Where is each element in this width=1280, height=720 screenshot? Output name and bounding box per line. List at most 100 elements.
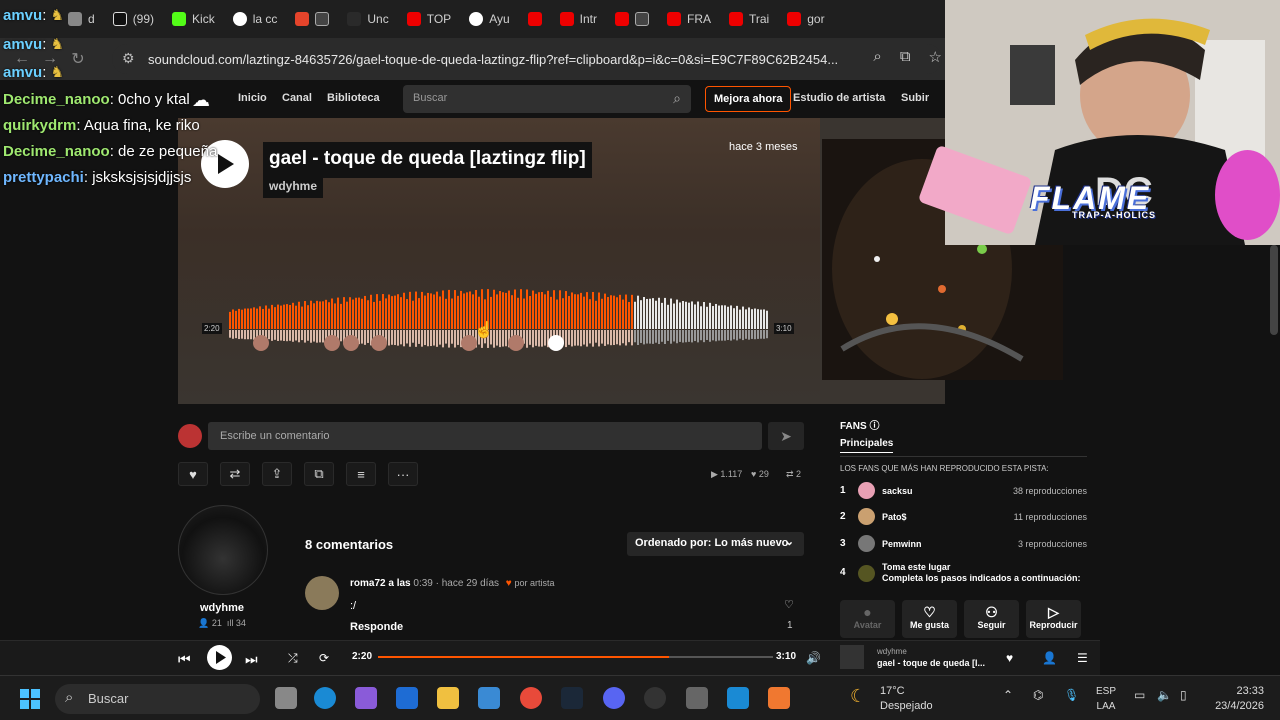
comment-like-icon[interactable]: ♡: [784, 598, 794, 611]
player-track-title[interactable]: gael - toque de queda [l...: [877, 658, 985, 668]
browser-tab[interactable]: TOP: [399, 4, 459, 34]
battery-icon[interactable]: ▯: [1180, 688, 1187, 702]
browser-tab[interactable]: Unc: [339, 4, 396, 34]
tray-chevron-up-icon[interactable]: ⌃: [1003, 688, 1013, 702]
network-icon[interactable]: ⌬: [1033, 688, 1043, 702]
browser-tab[interactable]: Ayu: [461, 4, 517, 34]
player-like-icon[interactable]: ♥: [1006, 651, 1013, 665]
followers-count[interactable]: 21: [212, 618, 222, 628]
shuffle-icon[interactable]: ⤮: [288, 651, 298, 666]
waveform-comment-avatar[interactable]: [548, 335, 564, 351]
install-icon[interactable]: ⧉: [900, 48, 911, 66]
artist-studio-link[interactable]: Estudio de artista: [793, 92, 885, 104]
tab-top-fans[interactable]: Principales: [840, 438, 894, 453]
fan-name[interactable]: sacksu: [882, 486, 913, 496]
queue-icon[interactable]: ☰: [1077, 651, 1088, 665]
waveform-comment-avatar[interactable]: [371, 335, 387, 351]
waveform-comment-avatar[interactable]: [508, 335, 524, 351]
nav-library[interactable]: Biblioteca: [327, 92, 380, 104]
scrollbar[interactable]: [1270, 245, 1278, 335]
weather-widget[interactable]: 17°C Despejado: [880, 684, 933, 714]
browser-tab[interactable]: (99): [105, 4, 162, 34]
chrome-icon[interactable]: [520, 687, 542, 709]
repost-button[interactable]: ⇄: [220, 462, 250, 486]
upgrade-button[interactable]: Mejora ahora: [705, 86, 792, 112]
search-input[interactable]: Buscar ⌕: [403, 85, 691, 113]
speaker-icon[interactable]: 🔈: [1157, 688, 1172, 702]
follow-step-button[interactable]: ⚇ Seguir: [964, 600, 1019, 638]
play-step-button[interactable]: ▷ Reproducir: [1026, 600, 1081, 638]
like-button[interactable]: ♥: [178, 462, 208, 486]
file-explorer-icon[interactable]: [437, 687, 459, 709]
outlook-icon[interactable]: [396, 687, 418, 709]
url-field[interactable]: ⚙ soundcloud.com/laztingz-84635726/gael-…: [112, 44, 942, 74]
soundcloud-logo-icon[interactable]: ☁: [192, 90, 210, 111]
nav-home[interactable]: Inicio: [238, 92, 267, 104]
settings-gear-icon[interactable]: [686, 687, 708, 709]
next-icon[interactable]: ⏭: [245, 651, 258, 668]
language-indicator[interactable]: ESP LAA: [1096, 684, 1116, 714]
player-artwork[interactable]: [840, 645, 864, 669]
browser-tab[interactable]: [520, 4, 550, 34]
info-icon[interactable]: ⓘ: [869, 421, 879, 432]
uploader-name[interactable]: wdyhme: [178, 602, 266, 614]
browser-tab[interactable]: [607, 4, 657, 34]
fan-name[interactable]: Pato$: [882, 512, 907, 522]
browser-tab[interactable]: d: [60, 4, 103, 34]
comment-user[interactable]: roma72 a las: [350, 578, 411, 589]
obs-icon[interactable]: [644, 687, 666, 709]
zoom-icon[interactable]: ⌕: [873, 48, 881, 66]
browser-tab[interactable]: gor: [779, 4, 832, 34]
microphone-icon[interactable]: 🎙: [1064, 688, 1079, 702]
browser-tab[interactable]: Kick: [164, 4, 223, 34]
task-view-icon[interactable]: [275, 687, 297, 709]
display-icon[interactable]: ▭: [1134, 688, 1145, 702]
store-icon[interactable]: [478, 687, 500, 709]
comment-input[interactable]: Escribe un comentario: [208, 422, 762, 450]
browser-tab[interactable]: [287, 4, 337, 34]
site-settings-icon[interactable]: ⚙: [122, 50, 135, 67]
windows-start-icon[interactable]: [20, 689, 40, 709]
send-icon[interactable]: ➤: [768, 422, 804, 450]
browser-tab[interactable]: la cc: [225, 4, 286, 34]
app-icon[interactable]: [727, 687, 749, 709]
previous-icon[interactable]: ⏮: [178, 651, 191, 668]
reload-icon[interactable]: ↻: [64, 49, 92, 69]
search-icon[interactable]: ⌕: [673, 90, 681, 107]
upload-link[interactable]: Subir: [901, 92, 929, 104]
commenter-avatar[interactable]: [305, 576, 339, 610]
clock[interactable]: 23:33 23/4/2026: [1208, 684, 1264, 714]
fan-row[interactable]: 1 sacksu 38 reproducciones: [840, 482, 1087, 502]
share-button[interactable]: ⇪: [262, 462, 292, 486]
waveform[interactable]: [229, 285, 769, 353]
waveform-comment-avatar[interactable]: [324, 335, 340, 351]
add-to-playlist-button[interactable]: ≡: [346, 462, 376, 486]
copy-link-button[interactable]: ⧉: [304, 462, 334, 486]
fan-row[interactable]: 3 Pemwinn 3 reproducciones: [840, 535, 1087, 555]
waveform-comment-avatar[interactable]: [343, 335, 359, 351]
player-play-button[interactable]: [207, 645, 232, 670]
repeat-icon[interactable]: ⟳: [319, 651, 329, 665]
sort-dropdown[interactable]: Ordenado por: Lo más nuevo ⌄: [627, 532, 804, 556]
browser-tab[interactable]: Intr: [552, 4, 605, 34]
nav-feed[interactable]: Canal: [282, 92, 312, 104]
like-step-button[interactable]: ♡ Me gusta: [902, 600, 957, 638]
fl-studio-icon[interactable]: [768, 687, 790, 709]
uploader-avatar[interactable]: [178, 505, 268, 595]
tracks-count[interactable]: 34: [236, 618, 246, 628]
browser-tab[interactable]: Trai: [721, 4, 777, 34]
player-artist[interactable]: wdyhme: [877, 647, 907, 656]
copilot-icon[interactable]: [355, 687, 377, 709]
follow-icon[interactable]: 👤: [1042, 651, 1057, 665]
discord-icon[interactable]: [603, 687, 625, 709]
more-button[interactable]: ···: [388, 462, 418, 486]
fan-row[interactable]: 2 Pato$ 11 reproducciones: [840, 508, 1087, 528]
reply-button[interactable]: Responde: [350, 621, 403, 633]
volume-icon[interactable]: 🔊: [806, 651, 821, 665]
taskbar-search[interactable]: ⌕ Buscar: [55, 684, 260, 714]
track-artist[interactable]: wdyhme: [263, 176, 324, 198]
waveform-comment-avatar[interactable]: [253, 335, 269, 351]
edge-icon[interactable]: [314, 687, 336, 709]
fan-name[interactable]: Pemwinn: [882, 539, 922, 549]
comment-timestamp[interactable]: 0:39: [413, 578, 432, 589]
